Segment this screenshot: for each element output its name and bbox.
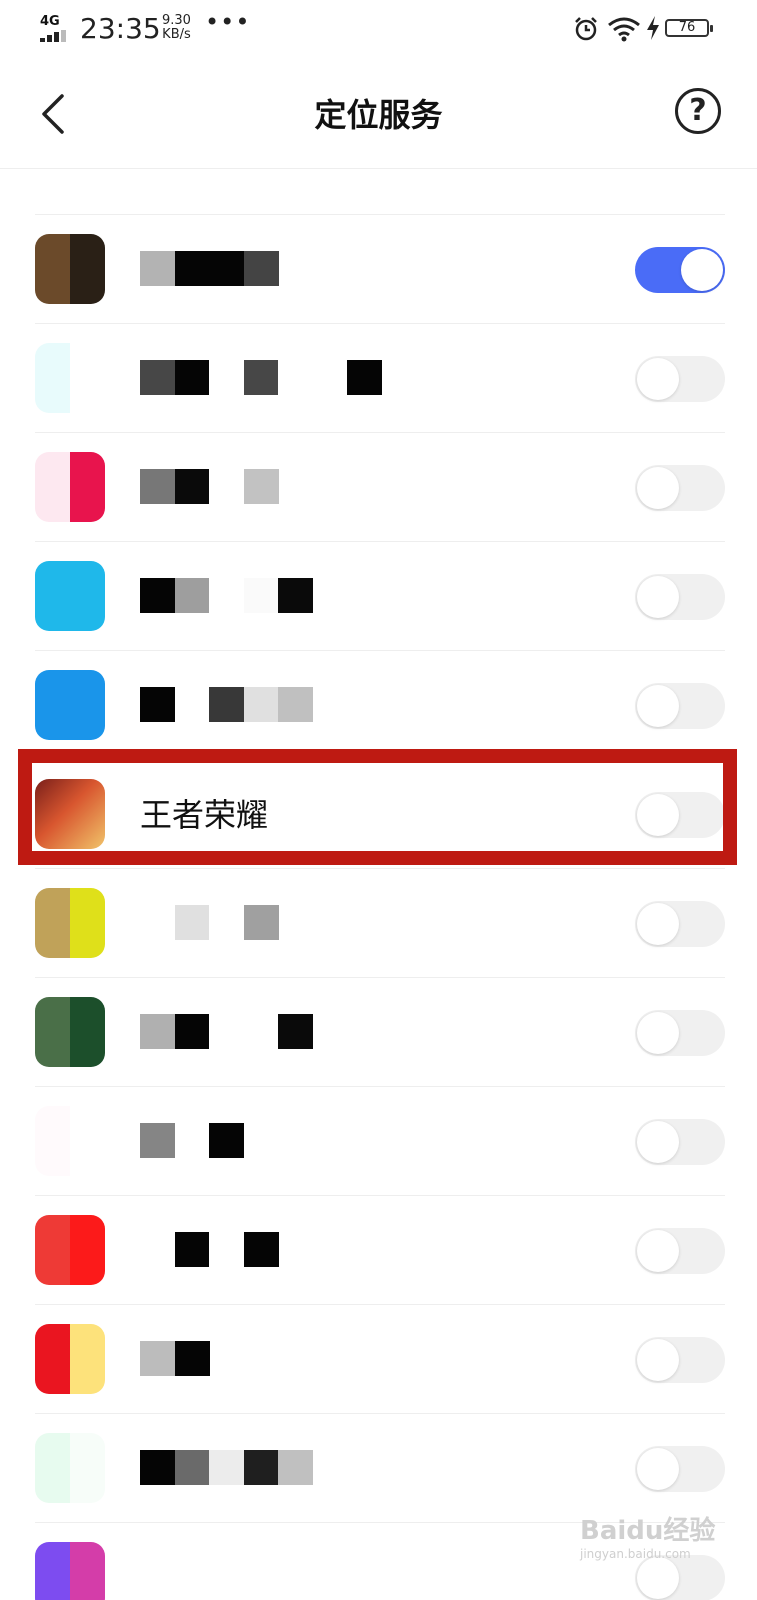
battery-icon: 76 — [665, 19, 713, 37]
location-toggle[interactable] — [635, 683, 725, 729]
app-icon — [35, 234, 105, 304]
network-speed: 9.30 KB/s — [162, 14, 191, 42]
app-icon — [35, 997, 105, 1067]
wifi-icon — [608, 17, 640, 42]
toggle-knob — [637, 903, 679, 945]
location-toggle[interactable] — [635, 1010, 725, 1056]
app-name-obscured — [140, 1123, 380, 1159]
toggle-knob — [637, 1230, 679, 1272]
location-toggle[interactable] — [635, 465, 725, 511]
app-icon — [35, 561, 105, 631]
toggle-knob — [637, 1339, 679, 1381]
speed-unit: KB/s — [162, 27, 191, 42]
signal-icon — [40, 30, 72, 42]
app-row — [0, 978, 757, 1087]
more-notifications-icon: ••• — [205, 8, 251, 36]
app-icon — [35, 1324, 105, 1394]
app-icon — [35, 670, 105, 740]
toggle-knob — [637, 1012, 679, 1054]
network-type: 4G — [40, 14, 60, 29]
location-toggle[interactable] — [635, 574, 725, 620]
header: 定位服务 ? — [0, 60, 757, 169]
location-toggle[interactable] — [635, 1337, 725, 1383]
toggle-knob — [637, 467, 679, 509]
location-toggle[interactable] — [635, 1446, 725, 1492]
help-icon[interactable]: ? — [675, 88, 721, 134]
toggle-knob — [637, 1557, 679, 1599]
location-toggle[interactable] — [635, 356, 725, 402]
toggle-knob — [637, 576, 679, 618]
location-toggle[interactable] — [635, 247, 725, 293]
location-toggle[interactable] — [635, 1555, 725, 1600]
app-row — [0, 542, 757, 651]
speed-value: 9.30 — [162, 13, 191, 28]
app-name-obscured — [140, 905, 380, 941]
charging-icon — [647, 16, 659, 40]
highlight-box — [18, 749, 737, 865]
toggle-knob — [637, 358, 679, 400]
watermark: Baidu经验 jingyan.baidu.com — [580, 1510, 715, 1561]
app-row — [0, 1414, 757, 1523]
app-icon — [35, 1542, 105, 1600]
app-row — [0, 1305, 757, 1414]
clock: 23:35 — [80, 12, 161, 45]
app-row — [0, 651, 757, 760]
alarm-icon — [575, 17, 597, 41]
page-title: 定位服务 — [314, 96, 443, 134]
watermark-url: jingyan.baidu.com — [580, 1547, 691, 1561]
app-icon — [35, 1433, 105, 1503]
toggle-knob — [681, 249, 723, 291]
toggle-knob — [637, 1121, 679, 1163]
location-toggle[interactable] — [635, 1119, 725, 1165]
app-icon — [35, 888, 105, 958]
app-name-obscured — [140, 1014, 380, 1050]
app-row — [0, 433, 757, 542]
app-name-obscured — [140, 1450, 380, 1486]
location-toggle[interactable] — [635, 1228, 725, 1274]
list-item-partial — [0, 168, 757, 215]
app-name-obscured — [140, 251, 380, 287]
watermark-brand: Baidu经验 — [580, 1516, 716, 1546]
toggle-knob — [637, 685, 679, 727]
app-row — [0, 324, 757, 433]
toggle-knob — [637, 1448, 679, 1490]
app-icon — [35, 343, 105, 413]
app-name-obscured — [140, 469, 380, 505]
battery-level: 76 — [678, 20, 696, 35]
app-row — [0, 1087, 757, 1196]
app-name-obscured — [140, 360, 382, 396]
app-icon — [35, 1106, 105, 1176]
app-name-obscured — [140, 1341, 380, 1377]
app-row — [0, 1196, 757, 1305]
status-bar: 4G 23:35 9.30 KB/s ••• 76 — [0, 0, 757, 60]
app-icon — [35, 452, 105, 522]
app-name-obscured — [140, 578, 380, 614]
app-row — [0, 869, 757, 978]
location-toggle[interactable] — [635, 901, 725, 947]
app-icon — [35, 1215, 105, 1285]
app-list: 王者荣耀 — [0, 168, 757, 1600]
app-name-obscured — [140, 1232, 380, 1268]
app-row — [0, 215, 757, 324]
app-name-obscured — [140, 687, 380, 723]
